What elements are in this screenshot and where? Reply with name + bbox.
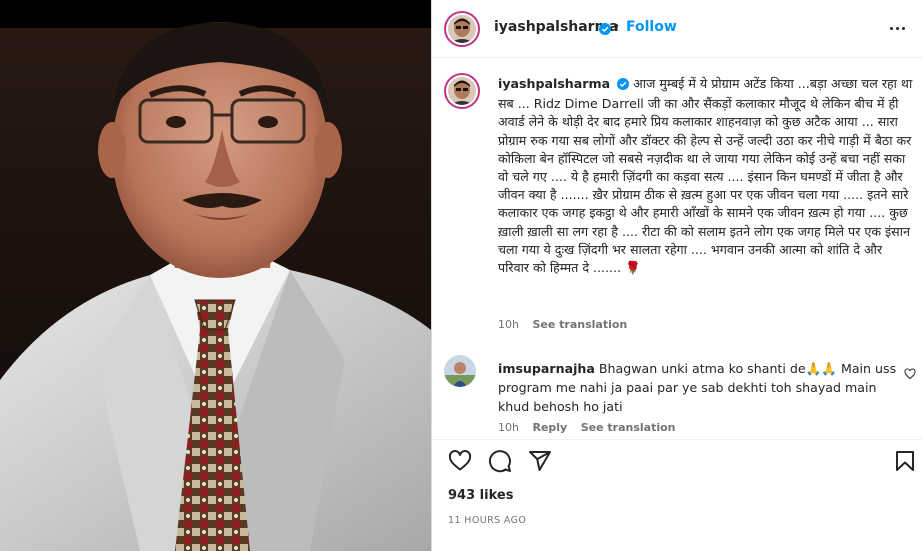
comment-meta: 10h Reply See translation — [498, 421, 676, 434]
portrait-image — [0, 0, 431, 551]
author-avatar[interactable] — [444, 11, 480, 47]
post-header: iyashpalsharma • Follow — [432, 0, 922, 58]
commenter-username[interactable]: imsuparnajha — [498, 361, 595, 376]
more-options-icon[interactable] — [885, 16, 909, 40]
comment-see-translation-link[interactable]: See translation — [581, 421, 676, 434]
share-icon[interactable] — [528, 449, 552, 473]
action-bar: 943 likes 11 HOURS AGO — [432, 439, 922, 551]
caption-username[interactable]: iyashpalsharma — [498, 76, 610, 91]
commenter-avatar[interactable] — [444, 355, 476, 387]
see-translation-link[interactable]: See translation — [532, 318, 627, 331]
like-count[interactable]: 943 likes — [448, 488, 513, 503]
verified-badge-icon — [617, 77, 630, 95]
avatar-image — [448, 77, 476, 105]
avatar-image — [444, 355, 476, 387]
bookmark-icon[interactable] — [893, 449, 917, 473]
comment-time: 10h — [498, 421, 519, 434]
comments-section[interactable]: iyashpalsharma आज मुम्बई में ये प्रोग्रा… — [432, 59, 922, 439]
caption-time: 10h — [498, 318, 519, 331]
caption-text: आज मुम्बई में ये प्रोग्राम अटेंड किया ..… — [498, 76, 913, 276]
avatar-image — [448, 15, 476, 43]
comment-body: imsuparnajha Bhagwan unki atma ko shanti… — [498, 359, 898, 416]
caption-avatar[interactable] — [444, 73, 480, 109]
post-photo[interactable] — [0, 0, 431, 551]
post-details-panel: iyashpalsharma • Follow iyashpalsharma आ… — [431, 0, 922, 551]
separator-dot: • — [612, 19, 621, 35]
comment-like-heart-icon[interactable] — [904, 365, 916, 384]
comment-icon[interactable] — [488, 449, 512, 473]
reply-button[interactable]: Reply — [532, 421, 567, 434]
caption-body: iyashpalsharma आज मुम्बई में ये प्रोग्रा… — [498, 75, 916, 277]
verified-badge-icon — [599, 20, 611, 39]
follow-button[interactable]: Follow — [626, 19, 677, 35]
caption-meta: 10h See translation — [498, 318, 627, 331]
post-time-ago[interactable]: 11 HOURS AGO — [448, 515, 526, 526]
heart-icon[interactable] — [448, 449, 472, 473]
